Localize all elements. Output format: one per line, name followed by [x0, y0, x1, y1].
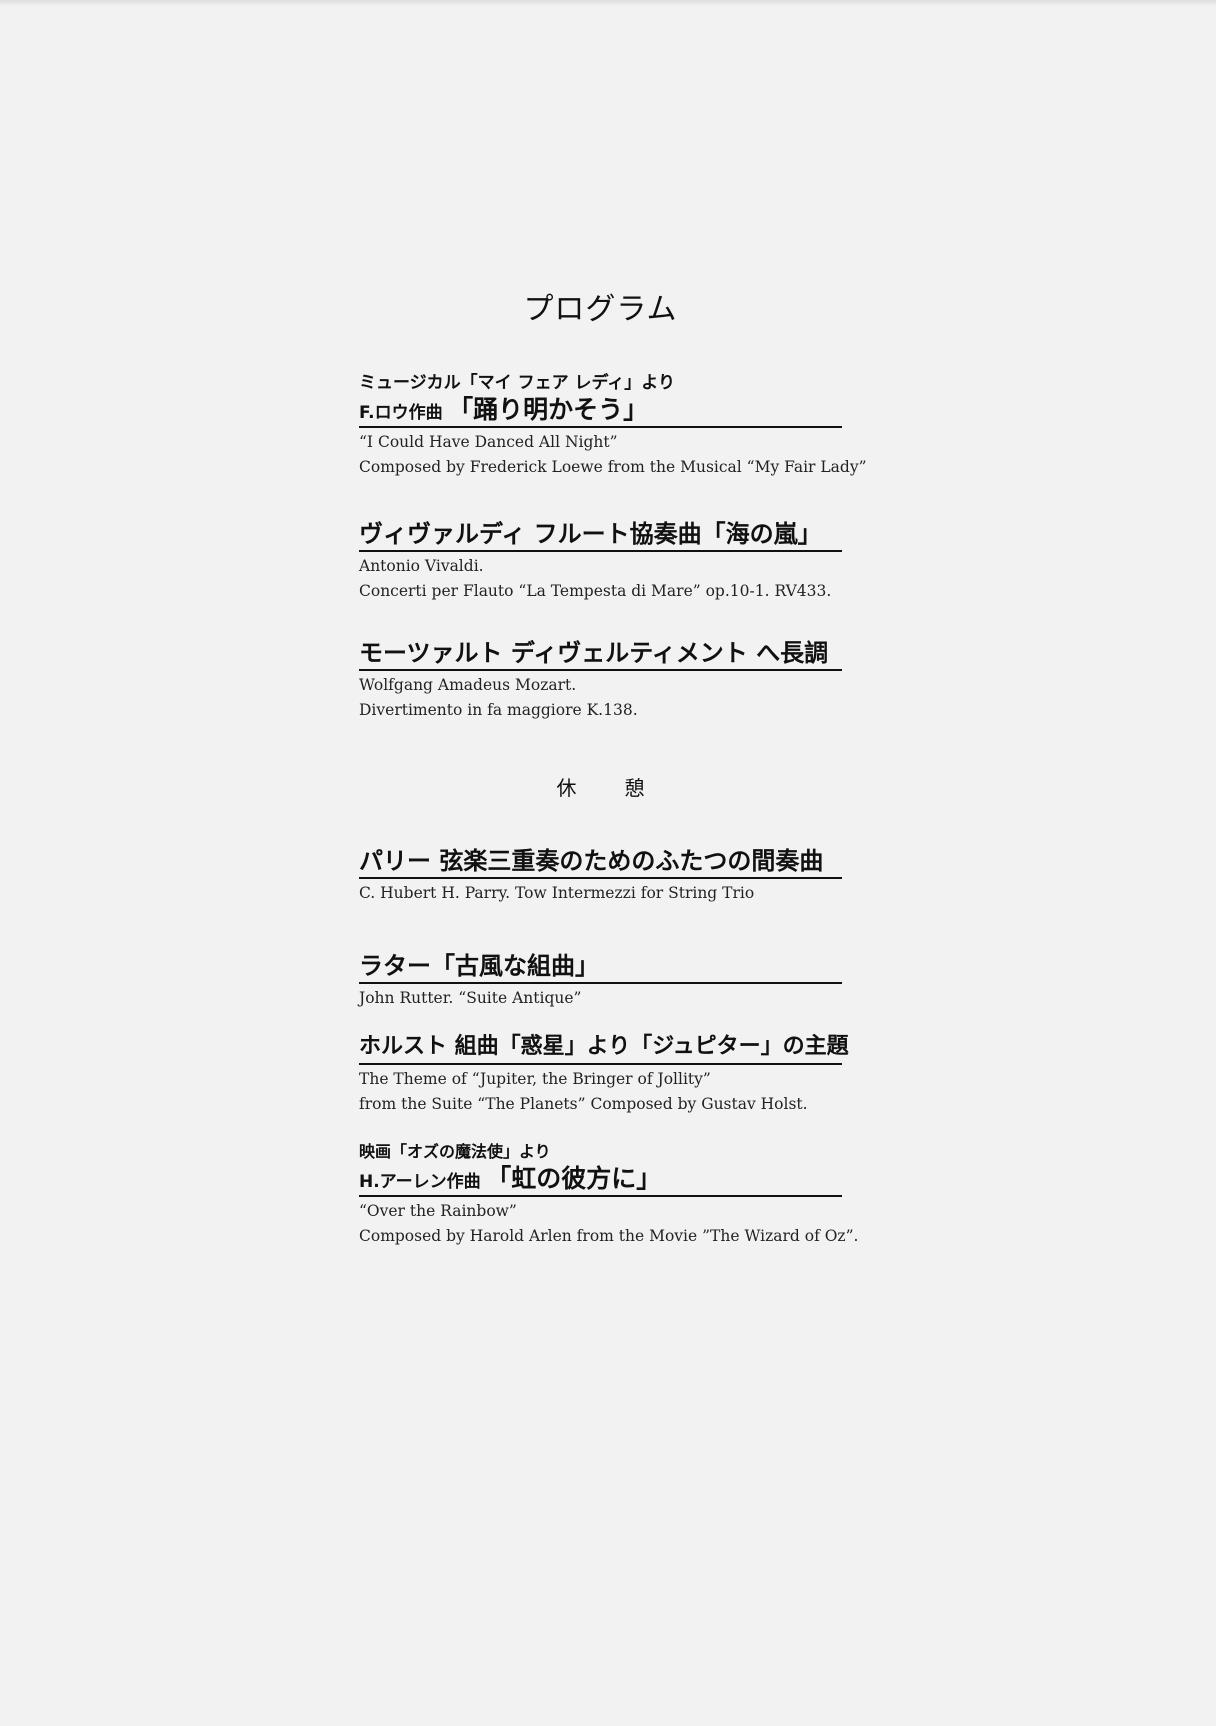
- piece-english-line: Wolfgang Amadeus Mozart.: [359, 676, 577, 694]
- piece-title: 「踊り明かそう」: [448, 395, 649, 424]
- piece-english-line: from the Suite “The Planets” Composed by…: [359, 1095, 808, 1113]
- program-item-rutter: ラター「古風な組曲」 John Rutter. “Suite Antique”: [359, 950, 842, 1011]
- piece-english-line: Composed by Harold Arlen from the Movie …: [359, 1227, 859, 1245]
- piece-english-line: Divertimento in fa maggiore K.138.: [359, 701, 638, 719]
- top-shadow: [0, 0, 1216, 6]
- piece-title: ホルスト 組曲「惑星」より「ジュピター」の主題: [359, 1034, 849, 1059]
- piece-heading: ヴィヴァルディ フルート協奏曲「海の嵐」: [359, 518, 842, 552]
- piece-english-line: John Rutter. “Suite Antique”: [359, 989, 582, 1007]
- program-item-vivaldi: ヴィヴァルディ フルート協奏曲「海の嵐」 Antonio Vivaldi. Co…: [359, 518, 842, 604]
- piece-heading: ラター「古風な組曲」: [359, 950, 842, 984]
- program-item-mozart: モーツァルト ディヴェルティメント へ長調 Wolfgang Amadeus M…: [359, 637, 842, 723]
- piece-english-line: The Theme of “Jupiter, the Bringer of Jo…: [359, 1070, 711, 1088]
- piece-heading: ホルスト 組曲「惑星」より「ジュピター」の主題: [359, 1031, 849, 1065]
- intermission-label: 休 憩: [556, 776, 659, 800]
- piece-heading: H.アーレン作曲 「虹の彼方に」: [359, 1163, 842, 1197]
- piece-title: 「虹の彼方に」: [486, 1164, 662, 1193]
- piece-english-line: “I Could Have Danced All Night”: [359, 433, 618, 451]
- page-title: プログラム: [523, 292, 678, 327]
- program-item-holst: ホルスト 組曲「惑星」より「ジュピター」の主題 The Theme of “Ju…: [359, 1031, 849, 1117]
- piece-english-line: Composed by Frederick Loewe from the Mus…: [359, 458, 867, 476]
- piece-title: ラター「古風な組曲」: [359, 952, 599, 980]
- piece-english-line: Antonio Vivaldi.: [359, 557, 484, 575]
- piece-title: ヴィヴァルディ フルート協奏曲「海の嵐」: [359, 520, 822, 548]
- piece-english-line: Concerti per Flauto “La Tempesta di Mare…: [359, 582, 832, 600]
- program-item-parry: パリー 弦楽三重奏のためのふたつの間奏曲 C. Hubert H. Parry.…: [359, 845, 842, 906]
- piece-english-line: “Over the Rainbow”: [359, 1202, 517, 1220]
- program-item-arlen: 映画「オズの魔法使」より H.アーレン作曲 「虹の彼方に」 “Over the …: [359, 1141, 859, 1249]
- piece-subtitle: 映画「オズの魔法使」より: [359, 1142, 551, 1161]
- piece-heading: F.ロウ作曲 「踊り明かそう」: [359, 394, 842, 428]
- piece-title: パリー 弦楽三重奏のためのふたつの間奏曲: [359, 847, 824, 875]
- piece-composer-label: F.ロウ作曲: [359, 403, 443, 423]
- piece-english-line: C. Hubert H. Parry. Tow Intermezzi for S…: [359, 884, 755, 902]
- piece-heading: パリー 弦楽三重奏のためのふたつの間奏曲: [359, 845, 842, 879]
- piece-title: モーツァルト ディヴェルティメント へ長調: [359, 639, 829, 667]
- piece-subtitle: ミュージカル「マイ フェア レディ」より: [359, 373, 675, 393]
- program-item-loewe: ミュージカル「マイ フェア レディ」より F.ロウ作曲 「踊り明かそう」 “I …: [359, 372, 867, 480]
- piece-heading: モーツァルト ディヴェルティメント へ長調: [359, 637, 842, 671]
- piece-composer-label: H.アーレン作曲: [359, 1172, 481, 1192]
